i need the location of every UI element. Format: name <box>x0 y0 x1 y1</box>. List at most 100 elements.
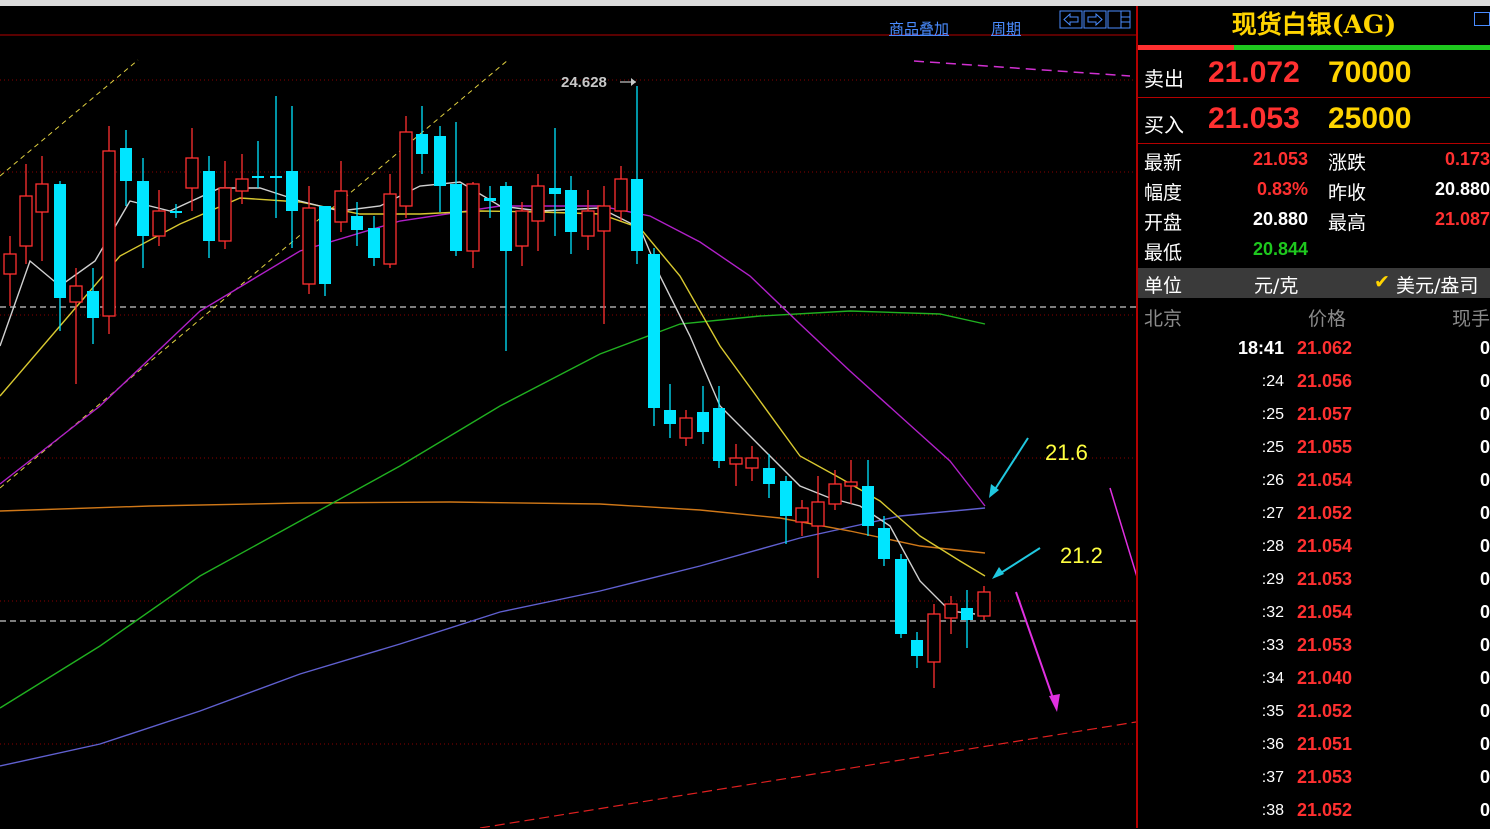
candle-body-down <box>713 408 725 461</box>
candle-body-up <box>102 150 116 317</box>
buy-pressure-bar <box>1234 45 1490 50</box>
tick-volume: 0 <box>1479 668 1490 688</box>
cyan-arrow-lower <box>995 547 1041 577</box>
moving-average-line <box>0 197 986 577</box>
tick-volume: 0 <box>1479 701 1490 721</box>
change-label: 涨跌 <box>1328 152 1367 174</box>
cyan-arrow-upper <box>991 437 1029 495</box>
window-toggle-icon[interactable] <box>1474 12 1490 26</box>
scroll-left-icon[interactable] <box>1059 10 1083 29</box>
candle-body-down <box>961 608 973 620</box>
tick-price: 21.053 <box>1296 569 1352 589</box>
candle-body-up <box>302 207 316 285</box>
sell-label: 卖出 <box>1144 67 1184 91</box>
candle-body-up <box>334 190 348 223</box>
candle-body-down <box>697 412 709 432</box>
candle-body-up <box>745 457 759 469</box>
nav-buttons[interactable] <box>1059 10 1133 30</box>
tick-price: 21.040 <box>1296 668 1352 688</box>
tick-row: :36 21.051 0 <box>1138 730 1490 763</box>
candle-body-up <box>531 185 545 222</box>
quote-panel: 现货白银(AG) 卖出 21.072 70000 买入 21.053 25000… <box>1136 6 1490 828</box>
resistance-line <box>913 60 1131 77</box>
magenta-arrow-center <box>1015 591 1056 705</box>
candle-body-down <box>368 228 380 258</box>
candle-body-down <box>648 254 660 408</box>
checkmark-icon: ✔ <box>1374 271 1390 293</box>
candle-body-up <box>828 483 842 505</box>
latest-label: 最新 <box>1144 152 1183 174</box>
buy-quote-row: 买入 21.053 25000 <box>1138 98 1490 144</box>
unit-cny-option[interactable]: 元/克 <box>1254 271 1298 298</box>
tick-price: 21.062 <box>1296 338 1352 358</box>
tick-volume: 0 <box>1479 437 1490 457</box>
tick-price: 21.054 <box>1296 536 1352 556</box>
tick-price: 21.052 <box>1296 503 1352 523</box>
candle-body-down <box>565 190 577 232</box>
tick-volume: 0 <box>1479 371 1490 391</box>
tick-volume: 0 <box>1479 635 1490 655</box>
kline-chart[interactable]: 24.628 21.6 21.2 商品叠加 周期 <box>0 6 1136 828</box>
ticks-header-volume: 现手 <box>1451 308 1490 330</box>
candle-body-down <box>434 136 446 186</box>
sell-pressure-bar <box>1138 45 1234 50</box>
tick-price: 21.056 <box>1296 371 1352 391</box>
unit-usd-option[interactable]: 美元/盎司 <box>1396 271 1478 298</box>
candle-body-down <box>170 211 182 213</box>
tick-volume: 0 <box>1479 800 1490 820</box>
candle-body-up <box>69 285 83 303</box>
moving-average-line <box>0 181 976 615</box>
prev-close-label: 昨收 <box>1328 182 1367 204</box>
tick-price: 21.054 <box>1296 470 1352 490</box>
tick-row: :27 21.052 0 <box>1138 499 1490 532</box>
peak-arrow-head <box>631 78 636 86</box>
tick-volume: 0 <box>1479 734 1490 754</box>
tick-price: 21.054 <box>1296 602 1352 622</box>
candle-body-up <box>811 501 825 527</box>
amplitude-value: 0.83% <box>1256 179 1308 199</box>
tick-volume: 0 <box>1479 338 1490 358</box>
tick-volume: 0 <box>1479 503 1490 523</box>
candle-body-up <box>614 178 628 212</box>
candle-body-down <box>87 291 99 318</box>
tick-price: 21.055 <box>1296 437 1352 457</box>
tick-volume: 0 <box>1479 536 1490 556</box>
buy-price: 21.053 <box>1208 102 1300 135</box>
candle-body-down <box>664 410 676 424</box>
candle-body-up <box>3 253 17 275</box>
candle-body-down <box>911 640 923 656</box>
candle-body-up <box>383 193 397 265</box>
candle-body-down <box>319 206 331 284</box>
candle-body-up <box>235 178 249 192</box>
tick-row: :25 21.057 0 <box>1138 400 1490 433</box>
tick-row: 18:41 21.062 0 <box>1138 334 1490 367</box>
tick-price: 21.052 <box>1296 701 1352 721</box>
candle-body-down <box>252 176 264 178</box>
tick-row: :37 21.053 0 <box>1138 763 1490 796</box>
overlay-commodity-link[interactable]: 商品叠加 <box>889 18 949 39</box>
peak-price-label: 24.628 <box>561 74 607 91</box>
tick-price: 21.053 <box>1296 767 1352 787</box>
candle-body-up <box>581 210 595 237</box>
layout-icon[interactable] <box>1107 10 1131 29</box>
candle-body-down <box>862 486 874 526</box>
candle-body-down <box>895 559 907 634</box>
candle-body-down <box>416 134 428 154</box>
period-link[interactable]: 周期 <box>991 18 1021 39</box>
candle-body-down <box>120 148 132 181</box>
candle-body-up <box>977 591 991 617</box>
tick-price: 21.051 <box>1296 734 1352 754</box>
tick-row: :29 21.053 0 <box>1138 565 1490 598</box>
scroll-right-icon[interactable] <box>1083 10 1107 29</box>
tick-row: :24 21.056 0 <box>1138 367 1490 400</box>
candle-body-up <box>218 187 232 242</box>
tick-price: 21.052 <box>1296 800 1352 820</box>
moving-average-line <box>0 507 986 767</box>
tick-row: :33 21.053 0 <box>1138 631 1490 664</box>
candle-body-up <box>597 205 611 232</box>
tick-row: :32 21.054 0 <box>1138 598 1490 631</box>
candle-body-up <box>399 131 413 207</box>
candle-body-up <box>152 210 166 237</box>
kline-chart-canvas[interactable]: 24.628 21.6 21.2 <box>0 6 1136 828</box>
candle-body-up <box>35 183 49 213</box>
